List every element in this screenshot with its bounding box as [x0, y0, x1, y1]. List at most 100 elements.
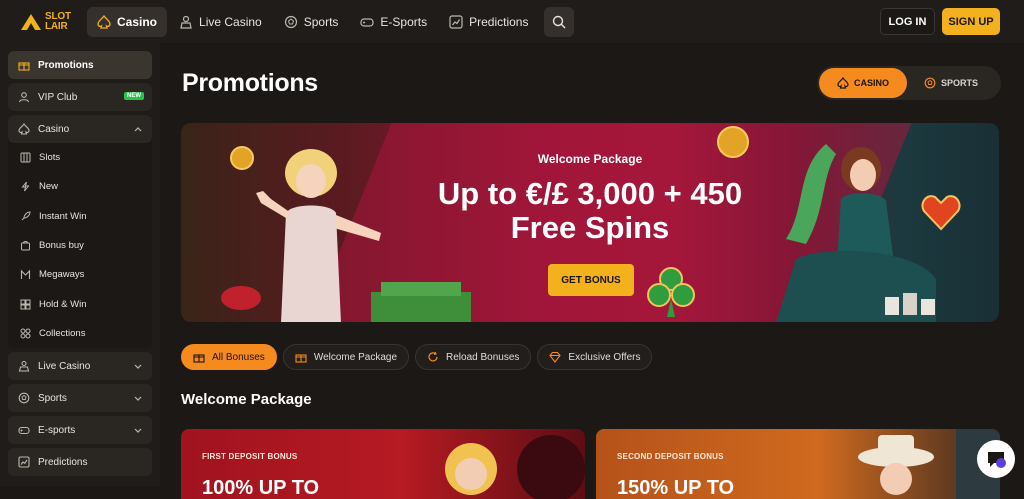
sidebar-subitem-hold-win[interactable]: Hold & Win — [8, 289, 152, 318]
card-label: SECOND DEPOSIT BONUS — [617, 452, 724, 461]
gamepad-icon — [18, 427, 30, 435]
nav-predictions[interactable]: Predictions — [439, 7, 538, 37]
bonus-card-first-deposit[interactable]: FIRST DEPOSIT BONUS 100% UP TO — [181, 429, 585, 499]
gift-icon — [18, 62, 30, 71]
spade-icon — [18, 123, 30, 135]
logo[interactable]: SLOT LAIR — [20, 7, 80, 37]
grid-icon — [20, 299, 31, 310]
sidebar-subitem-hold-win-label: Hold & Win — [39, 298, 87, 310]
chart-icon — [449, 14, 463, 29]
filter-all-bonuses[interactable]: All Bonuses — [181, 344, 277, 370]
filter-welcome-package[interactable]: Welcome Package — [282, 344, 410, 370]
bonus-card-second-deposit[interactable]: SECOND DEPOSIT BONUS 150% UP TO — [596, 429, 1000, 499]
chat-support-button[interactable] — [977, 440, 1015, 478]
sidebar-subitem-megaways[interactable]: Megaways — [8, 260, 152, 289]
sidebar-subitem-collections-label: Collections — [39, 327, 86, 339]
signup-button[interactable]: SIGN UP — [942, 8, 1000, 35]
sidebar-item-promotions-label: Promotions — [38, 59, 94, 71]
card-character-illustration — [445, 435, 585, 499]
nav-esports-label: E-Sports — [380, 14, 428, 29]
logo-text-line2: LAIR — [45, 20, 68, 32]
search-icon — [553, 15, 566, 28]
casino-chips-illustration — [885, 293, 935, 315]
filter-all-bonuses-label: All Bonuses — [212, 351, 265, 363]
card-label: FIRST DEPOSIT BONUS — [202, 452, 298, 461]
sidebar-item-vip[interactable]: VIP Club NEW — [8, 83, 152, 111]
money-stack-illustration — [221, 282, 471, 322]
sidebar-subitem-instant-win-label: Instant Win — [39, 210, 87, 222]
filter-exclusive-offers[interactable]: Exclusive Offers — [537, 344, 653, 370]
login-button[interactable]: LOG IN — [880, 8, 935, 35]
top-bar: SLOT LAIR Casino Live Casino Sports E-Sp… — [0, 0, 1024, 43]
sidebar-subitem-bonus-buy[interactable]: Bonus buy — [8, 231, 152, 260]
filter-reload-bonuses[interactable]: Reload Bonuses — [415, 344, 532, 370]
reload-icon — [428, 351, 438, 362]
collections-icon — [20, 328, 31, 339]
hero-title-line2: Free Spins — [510, 210, 670, 245]
sidebar-subitem-instant-win[interactable]: Instant Win — [8, 202, 152, 231]
sidebar-item-predictions[interactable]: Predictions — [8, 448, 152, 477]
casino-sports-toggle: CASINO SPORTS — [817, 66, 1001, 100]
ball-icon — [924, 77, 936, 89]
diamond-icon — [549, 351, 562, 363]
ball-icon — [18, 392, 30, 404]
rocket-icon — [21, 211, 31, 221]
spade-icon — [97, 14, 111, 29]
section-title: Welcome Package — [181, 391, 312, 408]
sidebar-subitem-bonus-buy-label: Bonus buy — [39, 240, 84, 252]
search-button[interactable] — [544, 6, 575, 37]
filter-welcome-package-label: Welcome Package — [313, 351, 398, 363]
card-headline: 100% UP TO — [202, 477, 320, 499]
toggle-casino[interactable]: CASINO — [819, 68, 907, 98]
sidebar-item-predictions-label: Predictions — [38, 456, 88, 468]
sidebar-item-live-casino[interactable]: Live Casino — [8, 352, 152, 381]
gift-icon — [295, 354, 307, 363]
get-bonus-button[interactable]: GET BONUS — [548, 264, 634, 296]
clover-icon — [647, 267, 695, 317]
hero-title-line1: Up to €/£ 3,000 + 450 — [437, 176, 743, 211]
sidebar-item-esports-label: E-sports — [38, 424, 76, 436]
dealer-icon — [18, 361, 30, 372]
toggle-sports-label: SPORTS — [940, 78, 978, 88]
sidebar-subitem-new[interactable]: New — [8, 172, 152, 201]
toggle-sports[interactable]: SPORTS — [907, 68, 995, 98]
sidebar-subitem-slots[interactable]: Slots — [8, 143, 152, 172]
gamepad-icon — [360, 17, 375, 27]
sidebar-subitem-new-label: New — [39, 181, 59, 193]
filter-exclusive-offers-label: Exclusive Offers — [568, 351, 641, 363]
toggle-casino-label: CASINO — [853, 78, 889, 88]
ball-icon — [284, 15, 297, 28]
sidebar-subitem-collections[interactable]: Collections — [8, 319, 152, 348]
dealer-icon — [180, 15, 192, 29]
sidebar-item-esports[interactable]: E-sports — [8, 416, 152, 445]
nav-esports[interactable]: E-Sports — [350, 7, 437, 37]
nav-sports-label: Sports — [303, 14, 339, 29]
sidebar-item-casino[interactable]: Casino — [8, 115, 152, 143]
nav-casino-label: Casino — [117, 14, 158, 29]
chevron-down-icon — [134, 364, 142, 369]
sidebar-item-live-casino-label: Live Casino — [38, 360, 91, 372]
bonus-filters: All Bonuses Welcome Package Reload Bonus… — [181, 344, 658, 370]
auth-buttons: LOG IN SIGN UP — [880, 8, 1000, 35]
nav-sports[interactable]: Sports — [274, 7, 349, 37]
sidebar-subitem-megaways-label: Megaways — [39, 269, 85, 281]
main-nav: Casino Live Casino Sports E-Sports Predi… — [87, 0, 575, 43]
filter-reload-bonuses-label: Reload Bonuses — [446, 351, 520, 363]
hero-banner[interactable]: Welcome Package Up to €/£ 3,000 + 450 Fr… — [181, 123, 999, 322]
user-icon — [18, 92, 30, 103]
gift-icon — [193, 354, 205, 363]
nav-predictions-label: Predictions — [469, 14, 529, 29]
sidebar-item-sports[interactable]: Sports — [8, 384, 152, 413]
nav-casino[interactable]: Casino — [87, 6, 168, 37]
sidebar-item-casino-label: Casino — [38, 123, 70, 135]
sidebar-item-promotions[interactable]: Promotions — [8, 51, 152, 79]
sidebar-group-casino: Casino Slots New Instant Win Bonus buy M… — [8, 115, 152, 349]
megaways-icon — [20, 270, 31, 280]
nav-live-casino[interactable]: Live Casino — [169, 7, 272, 37]
chevron-down-icon — [134, 428, 142, 433]
logo-mark-icon — [21, 13, 41, 30]
sidebar: Promotions VIP Club NEW Casino Slots New… — [0, 43, 160, 486]
card-character-illustration — [858, 429, 1000, 499]
page-title: Promotions — [182, 69, 318, 97]
hero-title: Up to €/£ 3,000 + 450 Free Spins — [181, 177, 999, 245]
